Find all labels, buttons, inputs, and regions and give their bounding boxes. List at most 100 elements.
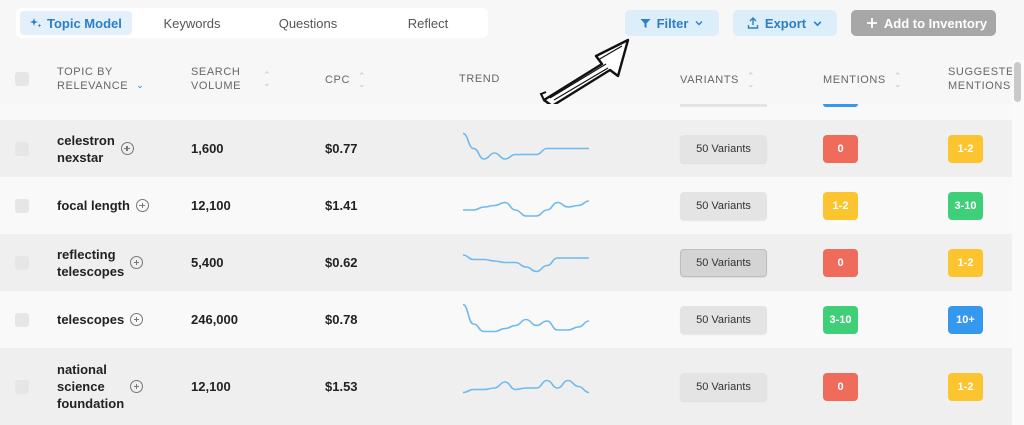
sort-icon: ⌃ ⌄ — [358, 71, 367, 89]
col-trend-label: TREND — [459, 73, 500, 85]
view-tabs: Topic Model Keywords Questions Reflect — [16, 8, 488, 38]
variants-cell: 50 Variants — [680, 248, 767, 277]
mentions-badge: 0 — [823, 134, 858, 163]
table-row: celestron nexstar 1,600 $0.77 50 Variants… — [0, 120, 1012, 177]
add-label: Add to Inventory — [883, 15, 988, 31]
tab-topic-model[interactable]: Topic Model — [20, 11, 132, 35]
row-checkbox[interactable] — [15, 379, 29, 394]
tab-label: Keywords — [163, 15, 221, 31]
add-topic-icon[interactable] — [130, 256, 144, 269]
topic-cell: celestron nexstar — [57, 120, 134, 177]
topic-name[interactable]: telescopes — [57, 311, 124, 328]
topic-cell: national science foundation — [57, 348, 144, 425]
topic-cell: reflecting telescopes — [57, 234, 144, 291]
add-topic-icon[interactable] — [130, 313, 144, 326]
scrollbar-thumb[interactable] — [1014, 62, 1021, 102]
topic-text: national — [57, 362, 107, 377]
mentions-badge: 0 — [823, 372, 858, 401]
search-volume: 5,400 — [191, 255, 224, 270]
trend-sparkline — [462, 303, 590, 332]
row-checkbox[interactable] — [15, 312, 29, 327]
topic-text: telescopes — [57, 312, 125, 327]
plus-icon — [866, 18, 877, 28]
search-volume: 1,600 — [191, 141, 224, 156]
topic-name[interactable]: national science foundation — [57, 361, 124, 412]
search-volume: 12,100 — [191, 198, 231, 213]
mentions-cell: 0 — [823, 372, 858, 401]
col-variants[interactable]: VARIANTS ⌃ ⌄ — [680, 71, 756, 89]
scrollbar[interactable] — [1012, 60, 1024, 425]
variants-cell: 50 Variants — [680, 372, 767, 401]
mentions-cell: 0 — [823, 134, 858, 163]
row-checkbox[interactable] — [15, 255, 29, 270]
variants-button[interactable]: 50 Variants — [680, 134, 767, 163]
tab-keywords[interactable]: Keywords — [156, 11, 228, 35]
variants-button[interactable]: 50 Variants — [680, 305, 767, 334]
col-volume-line1: SEARCH — [191, 66, 241, 78]
row-checkbox[interactable] — [15, 141, 29, 156]
topic-name[interactable]: focal length — [57, 197, 130, 214]
suggested-cell: 1-2 — [948, 248, 983, 277]
table-row-partial — [0, 104, 1012, 120]
topic-name[interactable]: celestron nexstar — [57, 132, 115, 166]
export-label: Export — [764, 15, 807, 31]
topic-text: telescopes — [57, 263, 125, 279]
topic-text: reflecting — [57, 246, 116, 262]
col-cpc[interactable]: CPC ⌃ ⌄ — [325, 71, 367, 89]
tab-label: Topic Model — [47, 15, 122, 31]
col-trend: TREND — [459, 72, 500, 86]
trend-sparkline — [462, 132, 589, 160]
add-topic-icon[interactable] — [120, 142, 134, 155]
variants-cell: 50 Variants — [680, 191, 767, 220]
export-button[interactable]: Export — [733, 10, 837, 36]
tab-reflect[interactable]: Reflect — [392, 11, 464, 35]
variants-cell: 50 Variants — [680, 134, 767, 163]
suggested-mentions-badge: 1-2 — [948, 134, 983, 163]
col-topic-line1: TOPIC BY — [57, 66, 113, 78]
sort-icon: ⌃ ⌄ — [747, 71, 756, 89]
chevron-down-icon — [813, 20, 822, 26]
suggested-mentions-badge: 1-2 — [948, 248, 983, 277]
topic-text: nexstar — [57, 149, 104, 165]
row-checkbox[interactable] — [15, 198, 29, 213]
mentions-cell: 3-10 — [823, 305, 858, 334]
variants-button[interactable]: 50 Variants — [680, 248, 767, 277]
suggested-mentions-badge: 1-2 — [948, 372, 983, 401]
variants-button[interactable]: 50 Variants — [680, 191, 767, 220]
tab-questions[interactable]: Questions — [272, 11, 344, 35]
select-all-checkbox[interactable] — [15, 72, 29, 86]
topic-text: celestron — [57, 132, 115, 148]
col-search-volume[interactable]: SEARCH VOLUME ⌃ ⌄ — [191, 65, 271, 93]
topic-text: focal length — [57, 198, 130, 213]
suggested-cell: 10+ — [948, 305, 983, 334]
col-suggested-mentions[interactable]: SUGGESTED MENTIONS — [948, 65, 1012, 93]
cpc-value: $1.53 — [325, 379, 358, 394]
add-topic-icon[interactable] — [135, 199, 149, 212]
sparkle-icon — [30, 18, 42, 28]
col-topic-line2: RELEVANCE — [57, 80, 129, 92]
table-row: reflecting telescopes 5,400 $0.62 50 Vari… — [0, 234, 1012, 291]
topic-name[interactable]: reflecting telescopes — [57, 246, 124, 280]
tab-label: Questions — [278, 15, 338, 31]
cpc-value: $0.62 — [325, 255, 358, 270]
col-mentions[interactable]: MENTIONS ⌃ ⌄ — [823, 71, 903, 89]
suggested-cell: 3-10 — [948, 191, 983, 220]
col-variants-label: VARIANTS — [680, 74, 739, 86]
add-topic-icon[interactable] — [130, 380, 144, 393]
variants-button[interactable]: 50 Variants — [680, 372, 767, 401]
col-suggested-line2: MENTIONS — [948, 80, 1011, 92]
col-volume-line2: VOLUME — [191, 80, 242, 92]
variants-cell: 50 Variants — [680, 305, 767, 334]
add-to-inventory-button[interactable]: Add to Inventory — [851, 10, 996, 36]
trend-line — [462, 379, 590, 393]
suggested-cell: 1-2 — [948, 134, 983, 163]
suggested-mentions-badge: 10+ — [948, 305, 983, 334]
trend-line — [462, 303, 590, 332]
col-topic[interactable]: TOPIC BY RELEVANCE ⌄ — [57, 65, 144, 93]
filter-button[interactable]: Filter — [625, 10, 719, 36]
mentions-cell: 0 — [823, 248, 858, 277]
sort-icon: ⌃ ⌄ — [893, 71, 903, 89]
upload-icon — [747, 17, 759, 29]
cpc-value: $1.41 — [325, 198, 358, 213]
mentions-badge: 1-2 — [823, 191, 858, 220]
